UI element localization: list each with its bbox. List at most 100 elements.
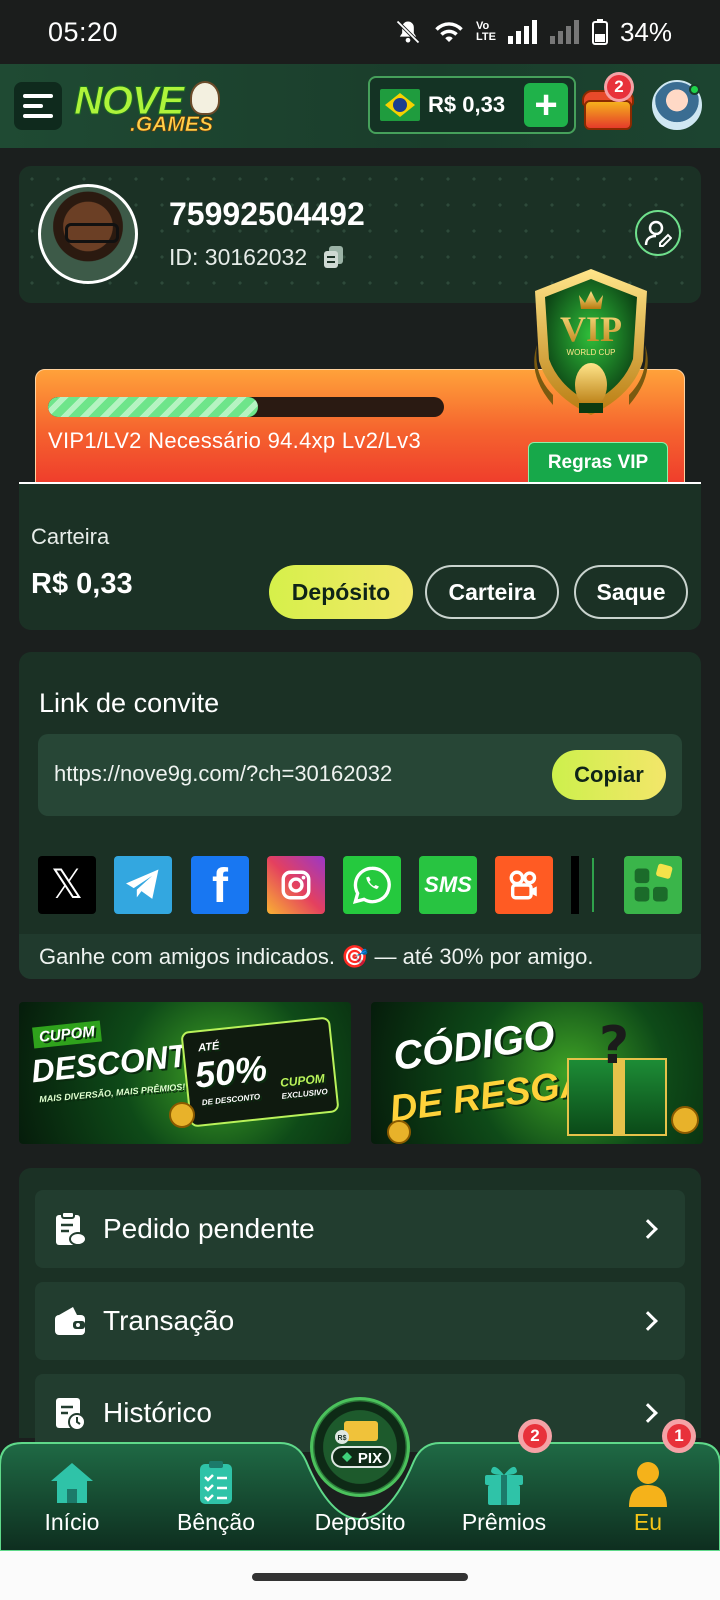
username: 75992504492 bbox=[169, 196, 365, 232]
invite-note: Ganhe com amigos indicados. 🎯 — até 30% … bbox=[39, 944, 594, 969]
x-icon[interactable]: 𝕏 bbox=[38, 856, 96, 914]
chevron-right-icon bbox=[638, 1219, 658, 1239]
wallet-balance: R$ 0,33 bbox=[31, 568, 133, 600]
prizes-badge: 2 bbox=[518, 1419, 552, 1453]
chevron-right-icon bbox=[638, 1311, 658, 1331]
withdraw-button[interactable]: Saque bbox=[574, 565, 688, 619]
volte-icon: Vo LTE bbox=[475, 20, 496, 43]
invite-card: Link de convite https://nove9g.com/?ch=3… bbox=[19, 652, 701, 979]
battery-icon bbox=[591, 19, 608, 45]
wallet-icon bbox=[55, 1307, 85, 1335]
coin-icon bbox=[671, 1106, 699, 1134]
balance-pill[interactable]: R$ 0,33 + bbox=[368, 76, 576, 134]
chevron-right-icon bbox=[638, 1403, 658, 1423]
vip-shield-label: VIP bbox=[560, 309, 622, 349]
vip-status-text: VIP1/LV2 Necessário 94.4xp Lv2/Lv3 bbox=[48, 428, 422, 453]
history-icon bbox=[56, 1398, 86, 1431]
menu-item-transaction[interactable]: Transação bbox=[35, 1282, 685, 1360]
user-avatar[interactable] bbox=[652, 80, 702, 130]
wifi-icon bbox=[435, 22, 463, 42]
nav-label: Eu bbox=[633, 1509, 663, 1535]
vip-progress-fill bbox=[48, 397, 258, 417]
facebook-icon[interactable]: f bbox=[191, 856, 249, 914]
coin-icon bbox=[387, 1120, 411, 1144]
home-indicator[interactable] bbox=[252, 1573, 468, 1581]
svg-text:R$: R$ bbox=[338, 1435, 347, 1442]
checklist-icon bbox=[200, 1461, 232, 1504]
coin-icon bbox=[169, 1102, 195, 1128]
edit-user-icon bbox=[644, 220, 672, 247]
nav-home[interactable]: Início bbox=[0, 1441, 144, 1551]
vip-shield-sublabel: WORLD CUP bbox=[567, 348, 616, 357]
pix-icon: R$ PIX bbox=[331, 1421, 391, 1468]
signal-no-data-icon bbox=[549, 20, 579, 44]
social-divider bbox=[592, 858, 594, 912]
status-bar: 05:20 Vo LTE 34% bbox=[0, 0, 720, 64]
nav-label: Início bbox=[44, 1509, 100, 1535]
wallet-label: Carteira bbox=[31, 524, 110, 549]
menu-item-pending-order[interactable]: Pedido pendente bbox=[35, 1190, 685, 1268]
vip-shield-icon[interactable]: VIP WORLD CUP bbox=[523, 265, 659, 431]
app-header: NOVE .GAMES R$ 0,33 + 2 bbox=[0, 64, 720, 148]
sms-icon[interactable]: SMS bbox=[419, 856, 477, 914]
battery-percent: 34% bbox=[619, 16, 672, 47]
vip-progress-bar bbox=[48, 397, 444, 417]
online-indicator bbox=[689, 84, 700, 95]
home-icon bbox=[51, 1463, 93, 1503]
nav-label: Depósito bbox=[314, 1509, 406, 1535]
nav-label: Prêmios bbox=[461, 1509, 547, 1535]
system-navigation-bar bbox=[0, 1551, 720, 1600]
user-id: ID: 30162032 bbox=[169, 244, 308, 270]
banner-percent: 50% bbox=[192, 1047, 269, 1096]
deposit-button[interactable]: Depósito bbox=[269, 565, 413, 619]
telegram-icon[interactable] bbox=[114, 856, 172, 914]
app-logo[interactable]: NOVE .GAMES bbox=[73, 75, 224, 137]
signal-icon bbox=[507, 20, 537, 44]
user-icon bbox=[629, 1462, 667, 1507]
invite-link-box: https://nove9g.com/?ch=30162032 Copiar bbox=[38, 734, 682, 816]
vip-rules-button[interactable]: Regras VIP bbox=[528, 442, 668, 484]
mystery-gift-icon: ? bbox=[567, 1016, 667, 1136]
pix-deposit-button[interactable]: R$ PIX bbox=[310, 1397, 410, 1497]
nav-profile[interactable]: Eu 1 bbox=[576, 1419, 720, 1551]
whatsapp-icon[interactable] bbox=[343, 856, 401, 914]
nav-label: Bênção bbox=[176, 1509, 255, 1535]
tiktok-icon[interactable] bbox=[571, 856, 579, 914]
invite-url[interactable]: https://nove9g.com/?ch=30162032 bbox=[54, 761, 392, 787]
treasure-chest-icon[interactable]: 2 bbox=[582, 72, 634, 132]
menu-item-label: Transação bbox=[103, 1305, 235, 1336]
nav-blessing[interactable]: Bênção bbox=[144, 1441, 288, 1551]
instagram-icon[interactable] bbox=[267, 856, 325, 914]
wallet-button[interactable]: Carteira bbox=[425, 565, 559, 619]
chest-badge: 2 bbox=[604, 72, 634, 102]
social-share-row: 𝕏 f SMS bbox=[38, 856, 682, 914]
profile-badge: 1 bbox=[662, 1419, 696, 1453]
gift-icon bbox=[485, 1466, 523, 1505]
logo-subtext: .GAMES bbox=[130, 113, 213, 137]
pending-order-icon bbox=[56, 1211, 87, 1246]
discount-coupon-banner[interactable]: CUPOM DESCONTO MAIS DIVERSÃO, MAIS PRÊMI… bbox=[19, 1002, 351, 1144]
redeem-code-banner[interactable]: CÓDIGO DE RESGATE ? bbox=[371, 1002, 703, 1144]
copy-icon[interactable] bbox=[321, 244, 347, 270]
banner-coupon-tag: CUPOM bbox=[32, 1020, 102, 1049]
mute-icon bbox=[396, 20, 420, 44]
edit-profile-button[interactable] bbox=[635, 210, 681, 256]
status-time: 05:20 bbox=[48, 16, 119, 47]
vip-section: VIP1/LV2 Necessário 94.4xp Lv2/Lv3 Regra… bbox=[19, 269, 701, 484]
invite-note-bar: Ganhe com amigos indicados. 🎯 — até 30% … bbox=[19, 934, 701, 979]
profile-avatar[interactable] bbox=[38, 184, 138, 284]
menu-button[interactable] bbox=[14, 82, 62, 130]
mascot-icon bbox=[190, 81, 220, 115]
menu-item-label: Pedido pendente bbox=[103, 1213, 315, 1244]
kuaishou-icon[interactable] bbox=[495, 856, 553, 914]
nav-prizes[interactable]: Prêmios 2 bbox=[432, 1419, 576, 1551]
pix-label: PIX bbox=[358, 1450, 382, 1467]
discount-ticket-icon: ATÉ 50% DE DESCONTO CUPOM EXCLUSIVO bbox=[180, 1016, 340, 1128]
brazil-flag-icon bbox=[380, 89, 420, 121]
add-funds-button[interactable]: + bbox=[524, 83, 568, 127]
header-balance: R$ 0,33 bbox=[428, 92, 506, 117]
invite-title: Link de convite bbox=[39, 688, 220, 718]
copy-link-button[interactable]: Copiar bbox=[552, 750, 666, 800]
more-apps-icon[interactable] bbox=[624, 856, 682, 914]
wallet-card: Carteira R$ 0,33 Depósito Carteira Saque bbox=[19, 484, 701, 630]
